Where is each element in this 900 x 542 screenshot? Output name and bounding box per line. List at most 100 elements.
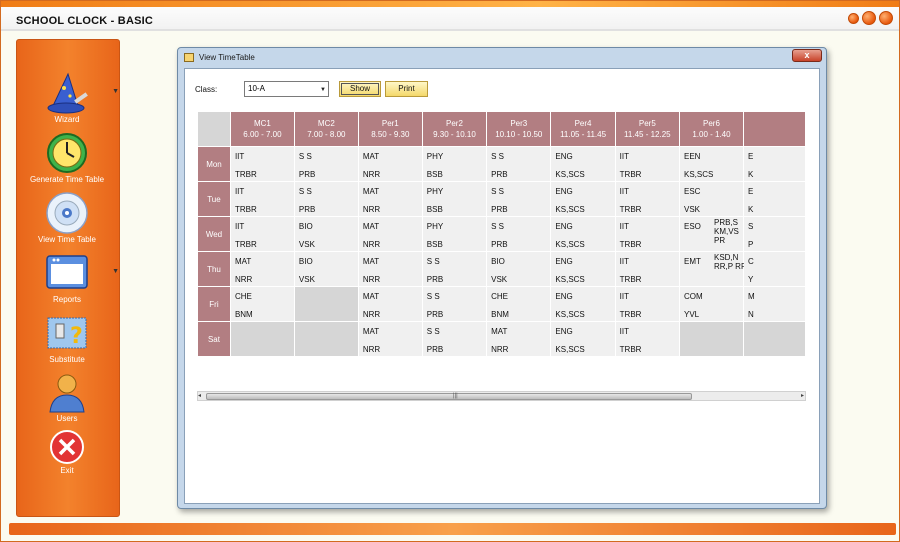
empty-cell[interactable]	[293, 286, 359, 322]
timetable-cell[interactable]: S S PRB	[486, 146, 552, 182]
scroll-left-icon[interactable]: ◂	[198, 392, 201, 399]
timetable-cell[interactable]: IIT TRBR	[614, 181, 680, 217]
timetable-cell[interactable]: ESC VSK	[678, 181, 744, 217]
column-header[interactable]: Per6 1.00 - 1.40	[678, 111, 744, 147]
dialog-close-button[interactable]: x	[792, 49, 822, 62]
row-header-day[interactable]: Wed	[197, 216, 231, 252]
timetable-cell[interactable]: S S PRB	[421, 251, 488, 287]
timetable-cell[interactable]: MAT NRR	[357, 251, 423, 287]
grip-icon: |||	[453, 393, 458, 399]
empty-cell[interactable]	[678, 321, 744, 357]
column-header[interactable]: Per1 8.50 - 9.30	[357, 111, 423, 147]
title-bar: SCHOOL CLOCK - BASIC	[1, 1, 899, 31]
table-row: Wed IIT TRBR BIO VSK MAT NRR PHY BSB S S PRB ENG KS,…	[197, 216, 806, 252]
column-header[interactable]: Per4 11.05 - 11.45	[550, 111, 616, 147]
timetable-cell[interactable]: MAT NRR	[357, 146, 423, 182]
timetable-cell[interactable]: MAT NRR	[357, 216, 423, 252]
timetable-cell[interactable]: S S PRB	[293, 181, 359, 217]
show-button[interactable]: Show	[339, 81, 381, 97]
timetable-cell[interactable]: EEN KS,SCS	[678, 146, 744, 182]
row-header-day[interactable]: Fri	[197, 286, 231, 322]
sidebar-item-generate[interactable]: Generate Time Table	[17, 132, 117, 184]
timetable-cell[interactable]: IIT TRBR	[614, 286, 680, 322]
print-button[interactable]: Print	[385, 81, 428, 97]
cell-subject: S S	[491, 152, 505, 161]
timetable-cell[interactable]: CHE BNM	[486, 286, 552, 322]
timetable-cell[interactable]: COM YVL	[678, 286, 744, 322]
timetable-cell[interactable]: ENG KS,SCS	[550, 286, 616, 322]
timetable-cell[interactable]: EMT KSD,N RR,P RR	[678, 251, 747, 287]
column-header[interactable]: Per3 10.10 - 10.50	[486, 111, 552, 147]
timetable-cell[interactable]: PHY BSB	[421, 146, 488, 182]
timetable-cell[interactable]: IIT TRBR	[229, 146, 295, 182]
empty-cell[interactable]	[742, 321, 806, 357]
timetable-cell[interactable]: ENG KS,SCS	[550, 321, 616, 357]
timetable-cell[interactable]: S S PRB	[486, 216, 552, 252]
scroll-right-icon[interactable]: ▸	[801, 392, 804, 399]
timetable-cell[interactable]: ENG KS,SCS	[550, 146, 616, 182]
sidebar-item-view[interactable]: View Time Table	[17, 192, 117, 244]
timetable-cell[interactable]: CY	[742, 251, 806, 287]
row-header-day[interactable]: Mon	[197, 146, 231, 182]
scrollbar-thumb[interactable]: |||	[206, 393, 692, 400]
timetable-cell[interactable]: MAT NRR	[486, 321, 552, 357]
close-icon[interactable]	[879, 11, 893, 25]
timetable-cell[interactable]: EK	[742, 181, 806, 217]
chevron-down-icon[interactable]: ▼	[112, 88, 119, 95]
cell-subject: S S	[491, 187, 505, 196]
sidebar-item-label: Reports	[52, 295, 81, 304]
row-header-day[interactable]: Sat	[197, 321, 231, 357]
timetable-cell[interactable]: IIT TRBR	[229, 181, 295, 217]
timetable-cell[interactable]: BIO VSK	[293, 251, 359, 287]
sidebar-item-wizard[interactable]: ▼ Wizard	[17, 72, 119, 124]
timetable-cell[interactable]: ESO PRB,S KM,VS PR	[678, 216, 744, 252]
timetable-cell[interactable]: MAT NRR	[229, 251, 295, 287]
timetable-cell[interactable]: ENG KS,SCS	[550, 216, 616, 252]
substitute-icon: ?	[44, 312, 90, 354]
timetable-cell[interactable]: IIT TRBR	[614, 146, 680, 182]
column-header[interactable]: Per2 9.30 - 10.10	[421, 111, 488, 147]
timetable-cell[interactable]: MAT NRR	[357, 286, 423, 322]
empty-cell[interactable]	[229, 321, 295, 357]
maximize-icon[interactable]	[862, 11, 876, 25]
timetable-cell[interactable]: S S PRB	[421, 321, 488, 357]
timetable-cell[interactable]: BIO VSK	[486, 251, 552, 287]
timetable-cell[interactable]: ENG KS,SCS	[550, 181, 616, 217]
timetable-cell[interactable]: PHY BSB	[421, 216, 488, 252]
empty-cell[interactable]	[293, 321, 359, 357]
timetable-cell[interactable]: MAT NRR	[357, 321, 423, 357]
sidebar-item-exit[interactable]: Exit	[17, 429, 117, 475]
timetable-cell[interactable]: SP	[742, 216, 806, 252]
timetable-cell[interactable]: MAT NRR	[357, 181, 423, 217]
horizontal-scrollbar[interactable]: ◂ ||| ▸	[197, 391, 806, 401]
timetable-cell[interactable]: S S PRB	[293, 146, 359, 182]
column-header[interactable]: MC1 6.00 - 7.00	[229, 111, 295, 147]
cell-subject: PHY	[426, 187, 444, 196]
timetable-cell[interactable]: ENG KS,SCS	[550, 251, 616, 287]
timetable-cell[interactable]: MN	[742, 286, 806, 322]
timetable-cell[interactable]: IIT TRBR	[229, 216, 295, 252]
timetable-cell[interactable]: S S PRB	[486, 181, 552, 217]
row-header-day[interactable]: Tue	[197, 181, 231, 217]
cell-teacher: NRR	[491, 345, 509, 354]
minimize-icon[interactable]	[848, 13, 859, 24]
sidebar-item-users[interactable]: Users	[17, 371, 117, 423]
column-header[interactable]	[742, 111, 806, 147]
sidebar-item-reports[interactable]: ▼ Reports	[17, 252, 119, 304]
sidebar-item-substitute[interactable]: ? Substitute	[17, 312, 117, 364]
timetable-cell[interactable]: S S PRB	[421, 286, 488, 322]
timetable-cell[interactable]: BIO VSK	[293, 216, 359, 252]
timetable-cell[interactable]: IIT TRBR	[614, 251, 680, 287]
timetable-cell[interactable]: CHE BNM	[229, 286, 295, 322]
column-header[interactable]: MC2 7.00 - 8.00	[293, 111, 359, 147]
row-header-day[interactable]: Thu	[197, 251, 231, 287]
timetable-cell[interactable]: EK	[742, 146, 806, 182]
cell-subject: S S	[298, 152, 312, 161]
class-select[interactable]: 10-A ▼	[244, 81, 329, 97]
timetable-cell[interactable]: IIT TRBR	[614, 216, 680, 252]
timetable-cell[interactable]: PHY BSB	[421, 181, 488, 217]
chevron-down-icon[interactable]: ▼	[112, 268, 119, 275]
cell-teacher: KS,SCS	[555, 275, 585, 284]
timetable-cell[interactable]: IIT TRBR	[614, 321, 680, 357]
column-header[interactable]: Per5 11.45 - 12.25	[614, 111, 680, 147]
